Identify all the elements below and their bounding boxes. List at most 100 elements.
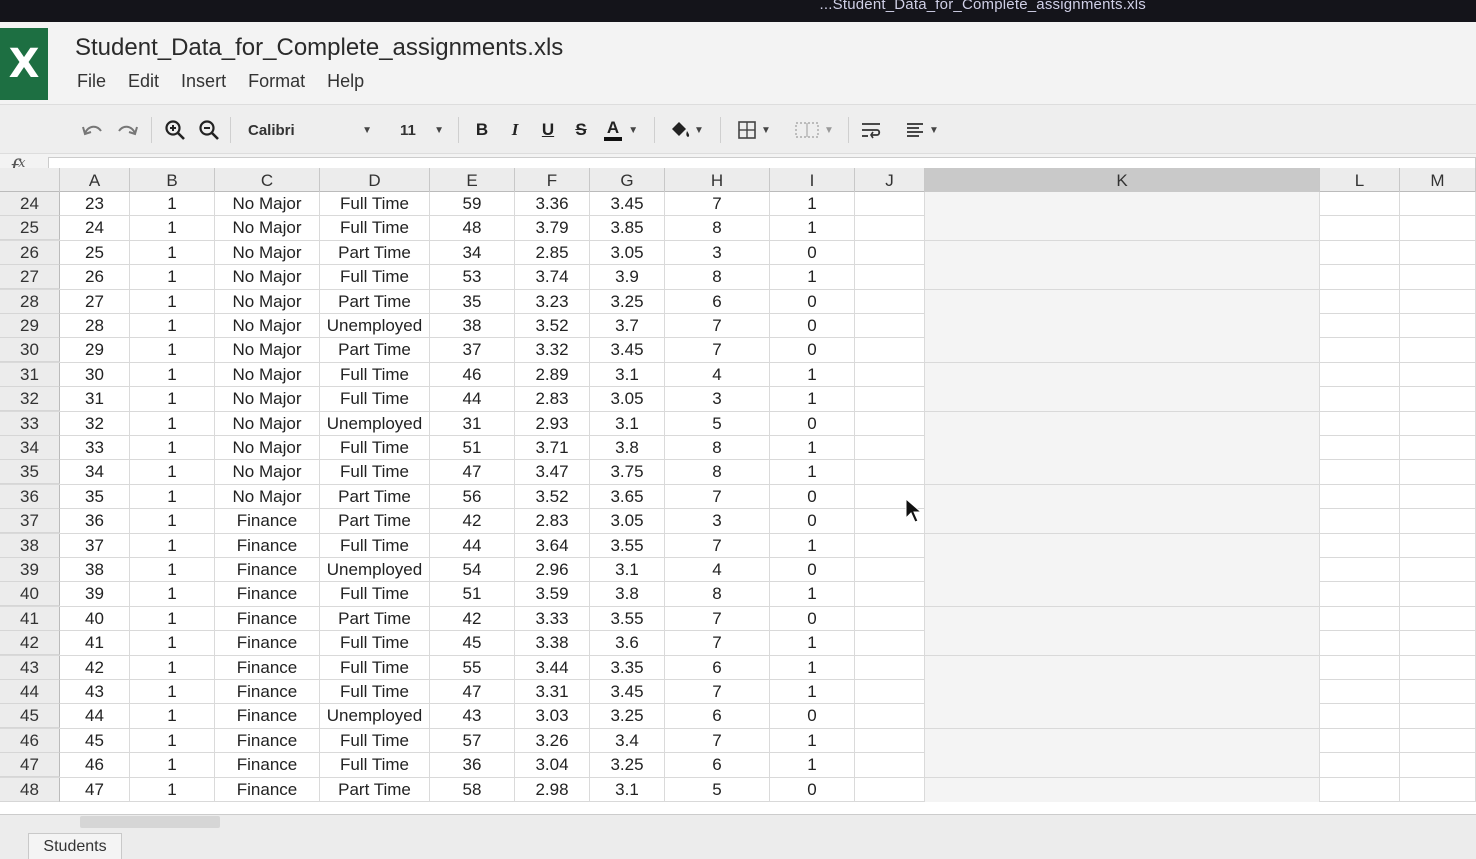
cell-m43[interactable] (1400, 655, 1476, 680)
row-header[interactable]: 30 (0, 338, 60, 363)
cell-j45[interactable] (855, 704, 925, 729)
cell-m37[interactable] (1400, 509, 1476, 534)
cell-e31[interactable]: 46 (430, 362, 515, 387)
cell-k41[interactable] (925, 606, 1320, 631)
cell-f36[interactable]: 3.52 (515, 484, 590, 509)
cell-j33[interactable] (855, 411, 925, 436)
cell-j31[interactable] (855, 362, 925, 387)
cell-h44[interactable]: 7 (665, 680, 770, 704)
cell-i24[interactable]: 1 (770, 192, 855, 216)
cell-h27[interactable]: 8 (665, 265, 770, 290)
cell-c42[interactable]: Finance (215, 631, 320, 656)
cell-c38[interactable]: Finance (215, 533, 320, 558)
cell-k48[interactable] (925, 777, 1320, 802)
cell-c46[interactable]: Finance (215, 728, 320, 753)
cell-g43[interactable]: 3.35 (590, 655, 665, 680)
cell-i46[interactable]: 1 (770, 728, 855, 753)
cell-l35[interactable] (1320, 460, 1400, 485)
menu-format[interactable]: Format (237, 71, 316, 92)
corner-cell[interactable] (0, 168, 60, 192)
cell-c29[interactable]: No Major (215, 314, 320, 338)
cell-l37[interactable] (1320, 509, 1400, 534)
cell-k35[interactable] (925, 460, 1320, 485)
cell-g27[interactable]: 3.9 (590, 265, 665, 290)
cell-b43[interactable]: 1 (130, 655, 215, 680)
cell-e45[interactable]: 43 (430, 704, 515, 729)
zoom-out-icon[interactable] (196, 115, 222, 145)
cell-l32[interactable] (1320, 387, 1400, 412)
cell-d25[interactable]: Full Time (320, 216, 430, 241)
cell-f30[interactable]: 3.32 (515, 338, 590, 363)
cell-i34[interactable]: 1 (770, 436, 855, 460)
cell-a42[interactable]: 41 (60, 631, 130, 656)
italic-button[interactable]: I (503, 115, 527, 145)
cell-f37[interactable]: 2.83 (515, 509, 590, 534)
cell-f40[interactable]: 3.59 (515, 582, 590, 607)
cell-h48[interactable]: 5 (665, 777, 770, 802)
row-header[interactable]: 48 (0, 777, 60, 802)
cell-j42[interactable] (855, 631, 925, 656)
cell-b27[interactable]: 1 (130, 265, 215, 290)
cell-d29[interactable]: Unemployed (320, 314, 430, 338)
row-header[interactable]: 28 (0, 289, 60, 314)
column-header-i[interactable]: I (770, 168, 855, 192)
cell-j46[interactable] (855, 728, 925, 753)
row-header[interactable]: 24 (0, 192, 60, 216)
cell-i43[interactable]: 1 (770, 655, 855, 680)
menu-file[interactable]: File (66, 71, 117, 92)
menu-help[interactable]: Help (316, 71, 375, 92)
cell-m26[interactable] (1400, 240, 1476, 265)
cell-i41[interactable]: 0 (770, 606, 855, 631)
cell-c34[interactable]: No Major (215, 436, 320, 460)
cell-a47[interactable]: 46 (60, 753, 130, 778)
cell-f34[interactable]: 3.71 (515, 436, 590, 460)
cell-j44[interactable] (855, 680, 925, 704)
cell-b48[interactable]: 1 (130, 777, 215, 802)
cell-c37[interactable]: Finance (215, 509, 320, 534)
cell-d47[interactable]: Full Time (320, 753, 430, 778)
cell-g33[interactable]: 3.1 (590, 411, 665, 436)
cell-i27[interactable]: 1 (770, 265, 855, 290)
cell-m47[interactable] (1400, 753, 1476, 778)
cell-k44[interactable] (925, 680, 1320, 704)
cell-k25[interactable] (925, 216, 1320, 241)
cell-l45[interactable] (1320, 704, 1400, 729)
cell-d32[interactable]: Full Time (320, 387, 430, 412)
cell-e38[interactable]: 44 (430, 533, 515, 558)
cell-l43[interactable] (1320, 655, 1400, 680)
cell-e48[interactable]: 58 (430, 777, 515, 802)
cell-j41[interactable] (855, 606, 925, 631)
cell-m38[interactable] (1400, 533, 1476, 558)
cell-b34[interactable]: 1 (130, 436, 215, 460)
cell-a37[interactable]: 36 (60, 509, 130, 534)
cell-k33[interactable] (925, 411, 1320, 436)
cell-b32[interactable]: 1 (130, 387, 215, 412)
cell-a44[interactable]: 43 (60, 680, 130, 704)
cell-d24[interactable]: Full Time (320, 192, 430, 216)
sheet-tab-students[interactable]: Students (28, 833, 122, 859)
cell-f33[interactable]: 2.93 (515, 411, 590, 436)
underline-button[interactable]: U (536, 115, 560, 145)
column-header-k[interactable]: K (925, 168, 1320, 192)
cell-h36[interactable]: 7 (665, 484, 770, 509)
cell-b26[interactable]: 1 (130, 240, 215, 265)
cell-h46[interactable]: 7 (665, 728, 770, 753)
cell-m35[interactable] (1400, 460, 1476, 485)
cell-h41[interactable]: 7 (665, 606, 770, 631)
horizontal-scrollbar[interactable] (80, 816, 220, 828)
row-header[interactable]: 40 (0, 582, 60, 607)
cell-i31[interactable]: 1 (770, 362, 855, 387)
cell-h24[interactable]: 7 (665, 192, 770, 216)
row-header[interactable]: 32 (0, 387, 60, 412)
cell-m44[interactable] (1400, 680, 1476, 704)
cell-d30[interactable]: Part Time (320, 338, 430, 363)
cell-d42[interactable]: Full Time (320, 631, 430, 656)
row-header[interactable]: 43 (0, 655, 60, 680)
cell-a39[interactable]: 38 (60, 558, 130, 582)
cell-h29[interactable]: 7 (665, 314, 770, 338)
column-header-l[interactable]: L (1320, 168, 1400, 192)
cell-h35[interactable]: 8 (665, 460, 770, 485)
cell-m29[interactable] (1400, 314, 1476, 338)
cell-d27[interactable]: Full Time (320, 265, 430, 290)
cell-k46[interactable] (925, 728, 1320, 753)
